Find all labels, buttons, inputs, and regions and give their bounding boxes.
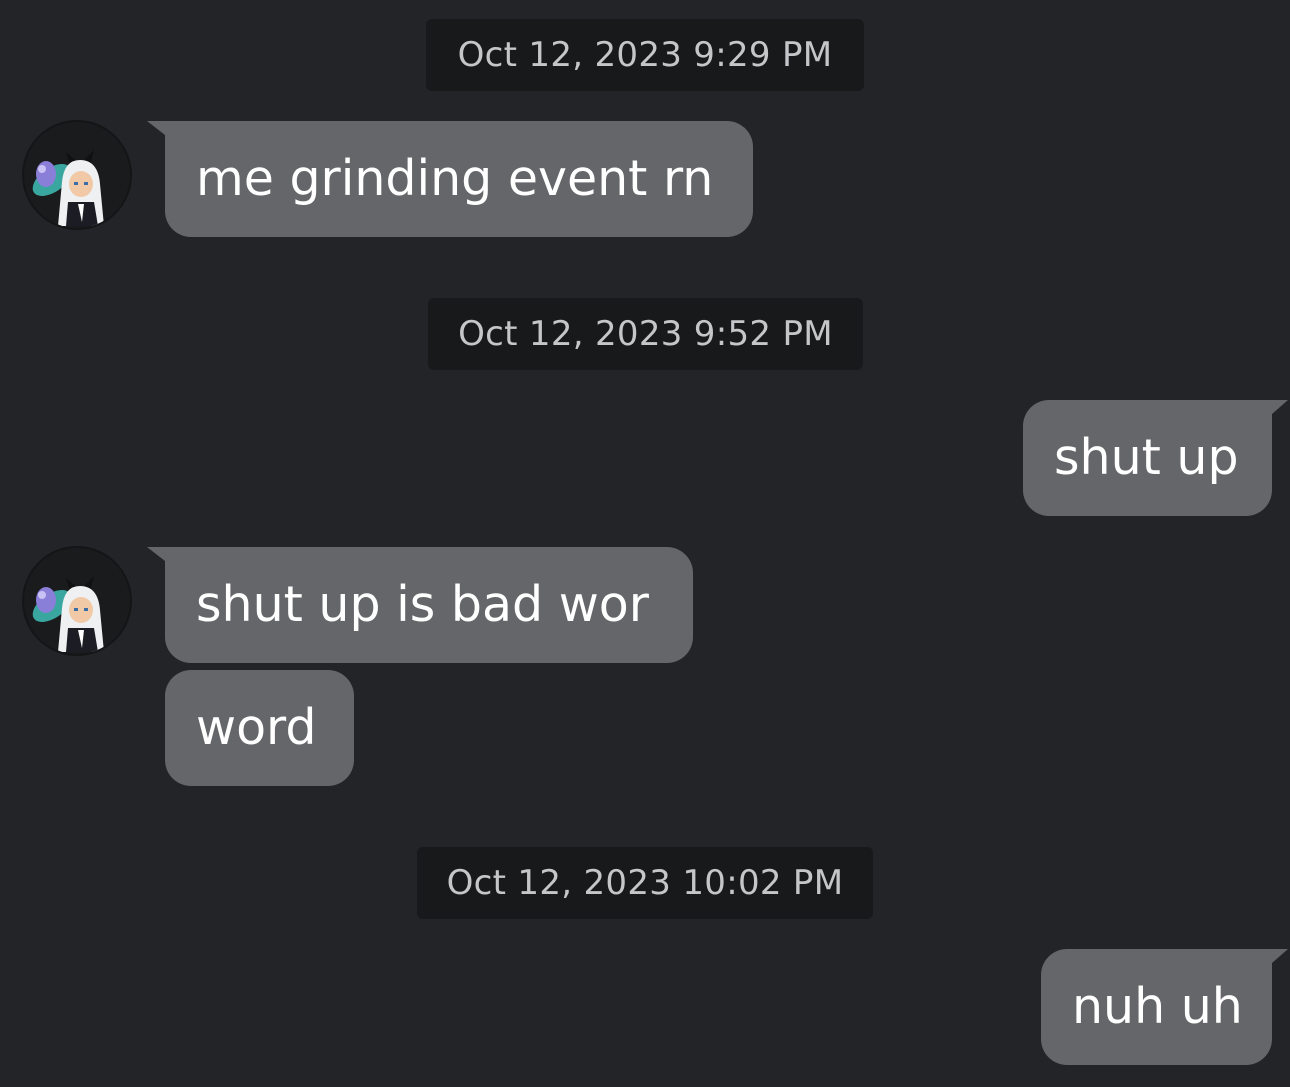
incoming-message[interactable]: me grinding event rn xyxy=(147,121,753,237)
contact-avatar[interactable] xyxy=(24,548,130,654)
timestamp-divider: Oct 12, 2023 9:29 PM xyxy=(426,19,864,91)
contact-avatar[interactable] xyxy=(24,122,130,228)
outgoing-message[interactable]: nuh uh xyxy=(1041,949,1288,1065)
chat-window: Oct 12, 2023 9:29 PM me grinding event r… xyxy=(0,0,1290,1087)
incoming-message[interactable]: shut up is bad wor xyxy=(147,547,693,663)
timestamp-divider: Oct 12, 2023 10:02 PM xyxy=(417,847,873,919)
incoming-message[interactable]: word xyxy=(165,670,354,786)
roblox-avatar-icon xyxy=(32,150,104,226)
outgoing-message[interactable]: shut up xyxy=(1023,400,1288,516)
timestamp-divider: Oct 12, 2023 9:52 PM xyxy=(428,298,863,370)
roblox-avatar-icon xyxy=(32,576,104,652)
